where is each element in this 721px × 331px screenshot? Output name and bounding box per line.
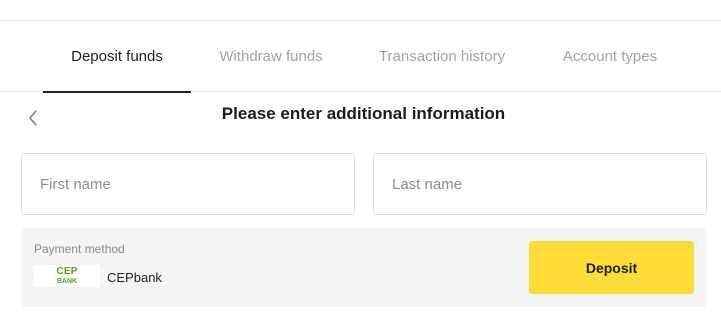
tab-bar: Deposit funds Withdraw funds Transaction… [0,21,721,93]
tab-transaction-history[interactable]: Transaction history [360,21,524,92]
logo-text-bottom: BANK [56,278,78,285]
first-name-input[interactable] [22,154,354,214]
tab-account-types[interactable]: Account types [543,21,677,92]
last-name-field [373,153,707,215]
tab-deposit-funds[interactable]: Deposit funds [43,21,191,93]
page-title: Please enter additional information [221,104,506,123]
first-name-field [21,153,355,215]
tab-withdraw-funds[interactable]: Withdraw funds [197,21,345,92]
deposit-page: Deposit funds Withdraw funds Transaction… [0,0,721,331]
logo-text-top: CEP [56,266,78,277]
payment-panel: Payment method CEP BANK CEPbank Deposit [21,228,707,307]
deposit-button[interactable]: Deposit [529,241,694,294]
bank-name: CEPbank [107,270,162,285]
last-name-input[interactable] [374,154,706,214]
payment-method-label: Payment method [34,242,125,256]
cepbank-logo: CEP BANK [34,265,100,287]
